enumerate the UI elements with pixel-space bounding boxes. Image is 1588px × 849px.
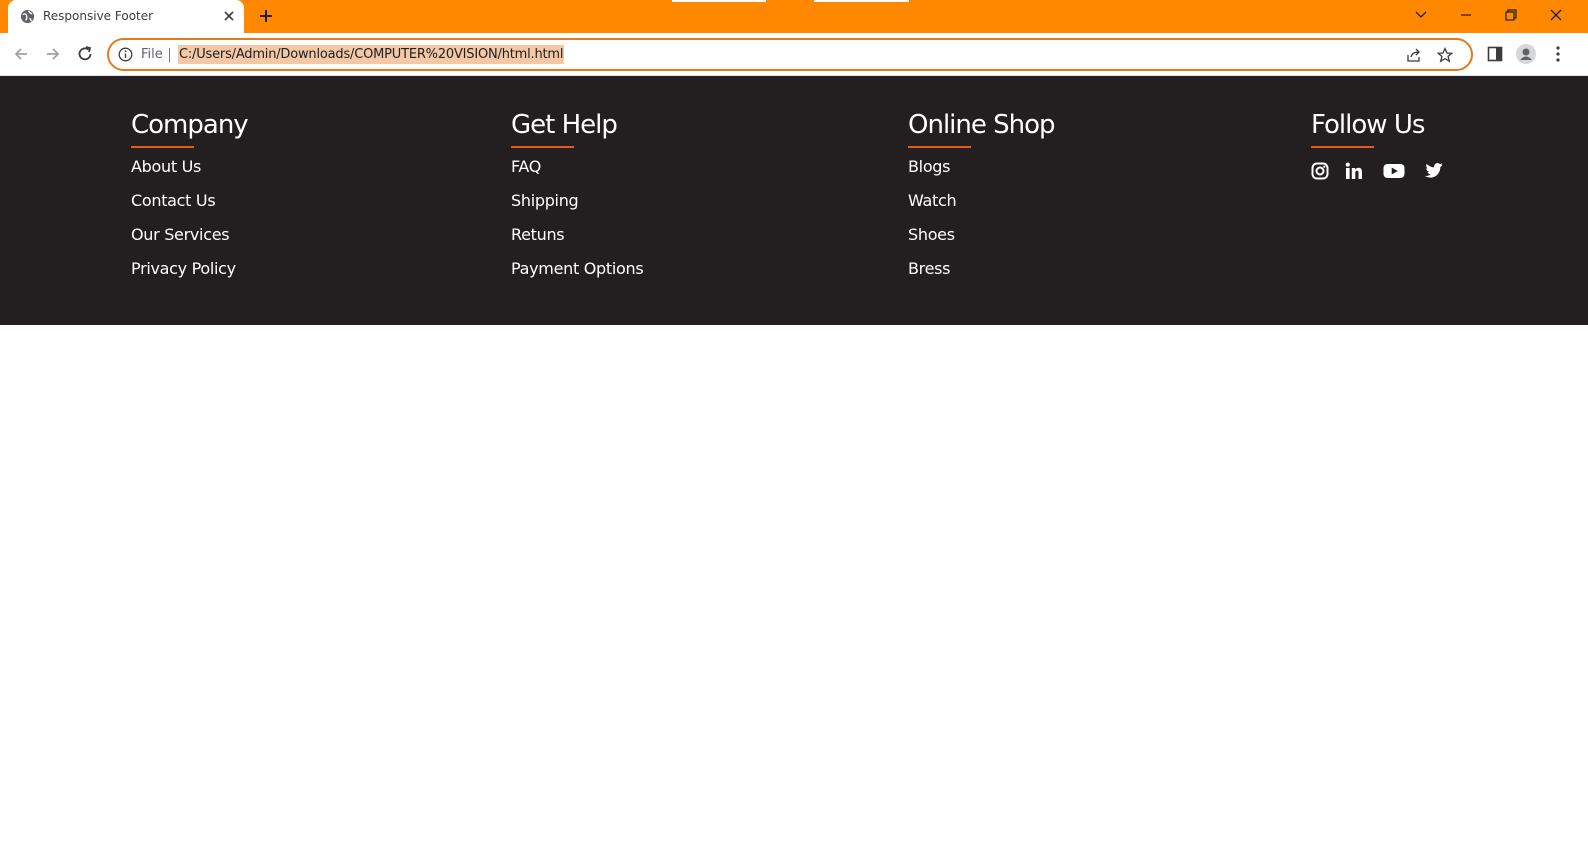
footer-link-bress[interactable]: Bress: [908, 259, 951, 278]
footer-column-get-help: Get Help FAQ Shipping Retuns Payment Opt…: [511, 109, 644, 293]
footer-link-watch[interactable]: Watch: [908, 191, 957, 210]
footer-column-online-shop: Online Shop Blogs Watch Shoes Bress: [908, 109, 1056, 293]
column-heading: Online Shop: [908, 110, 1056, 140]
reload-icon[interactable]: [76, 45, 94, 63]
heading-underline: [511, 146, 574, 148]
url-text[interactable]: C:/Users/Admin/Downloads/COMPUTER%20VISI…: [178, 45, 565, 64]
back-icon[interactable]: [12, 45, 30, 63]
title-bar-strip: [672, 0, 766, 2]
close-window-icon[interactable]: [1548, 7, 1564, 23]
menu-dots-icon[interactable]: [1552, 45, 1564, 63]
footer-link-our-services[interactable]: Our Services: [131, 225, 230, 244]
column-heading: Get Help: [511, 110, 618, 140]
linkedin-icon[interactable]: [1345, 160, 1363, 182]
browser-toolbar: File C:/Users/Admin/Downloads/COMPUTER%2…: [0, 33, 1588, 76]
instagram-icon[interactable]: [1311, 160, 1329, 182]
globe-icon: [20, 9, 35, 24]
link-list: About Us Contact Us Our Services Privacy…: [131, 157, 248, 293]
restore-icon[interactable]: [1503, 7, 1519, 23]
heading-underline: [1311, 146, 1374, 148]
heading-underline: [908, 146, 971, 148]
forward-icon[interactable]: [44, 45, 62, 63]
tab-title: Responsive Footer: [43, 9, 154, 23]
footer-link-privacy-policy[interactable]: Privacy Policy: [131, 259, 236, 278]
info-icon[interactable]: [118, 47, 133, 62]
column-heading: Company: [131, 110, 249, 140]
browser-tab[interactable]: Responsive Footer: [8, 0, 244, 33]
link-list: FAQ Shipping Retuns Payment Options: [511, 157, 644, 293]
profile-avatar-icon[interactable]: [1516, 44, 1536, 64]
file-scheme-label: File: [141, 47, 163, 62]
link-list: Blogs Watch Shoes Bress: [908, 157, 1055, 293]
footer-link-contact-us[interactable]: Contact Us: [131, 191, 216, 210]
browser-title-bar: Responsive Footer: [0, 0, 1588, 33]
share-icon[interactable]: [1406, 47, 1422, 63]
address-bar[interactable]: File C:/Users/Admin/Downloads/COMPUTER%2…: [107, 38, 1473, 71]
site-footer: Company About Us Contact Us Our Services…: [0, 76, 1588, 325]
heading-underline: [131, 146, 194, 148]
tab-search-icon[interactable]: [1413, 7, 1429, 23]
social-links: [1311, 160, 1443, 182]
twitter-icon[interactable]: [1423, 160, 1443, 182]
side-panel-icon[interactable]: [1486, 45, 1504, 63]
title-bar-strip: [814, 0, 909, 2]
minimize-icon[interactable]: [1458, 7, 1474, 23]
footer-column-company: Company About Us Contact Us Our Services…: [131, 109, 249, 293]
footer-link-payment-options[interactable]: Payment Options: [511, 259, 644, 278]
footer-link-blogs[interactable]: Blogs: [908, 157, 951, 176]
column-heading: Follow Us: [1311, 110, 1425, 140]
divider: [169, 48, 170, 62]
footer-link-shoes[interactable]: Shoes: [908, 225, 955, 244]
new-tab-icon[interactable]: [258, 8, 274, 24]
youtube-icon[interactable]: [1383, 160, 1405, 182]
footer-link-faq[interactable]: FAQ: [511, 157, 541, 176]
footer-column-follow-us: Follow Us: [1311, 109, 1443, 182]
footer-link-returns[interactable]: Retuns: [511, 225, 565, 244]
footer-link-about-us[interactable]: About Us: [131, 157, 201, 176]
bookmark-star-icon[interactable]: [1437, 47, 1453, 63]
close-tab-icon[interactable]: [222, 9, 236, 23]
footer-link-shipping[interactable]: Shipping: [511, 191, 579, 210]
